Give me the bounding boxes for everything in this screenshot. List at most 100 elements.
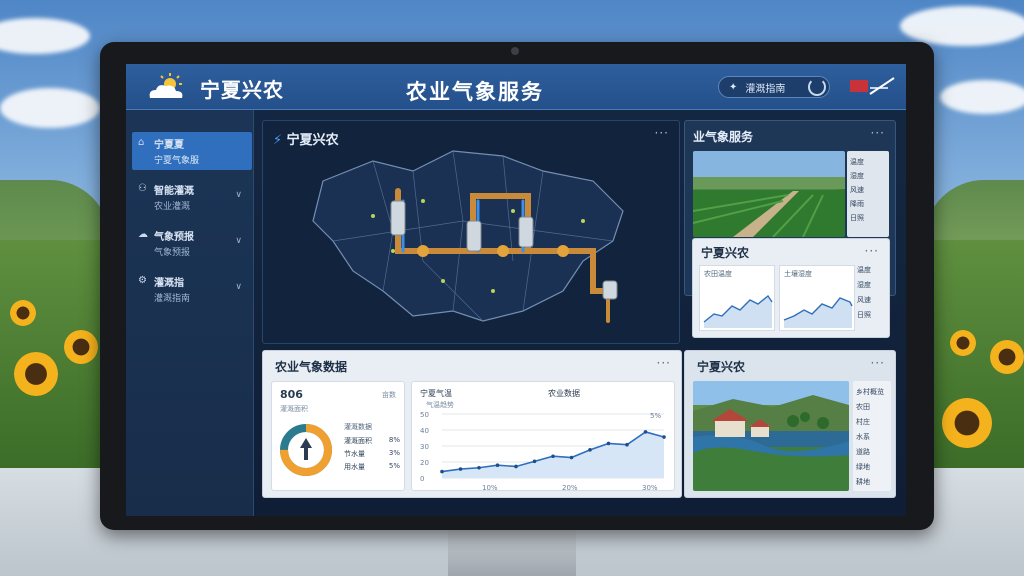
- legend-header: 灌溉数据: [344, 423, 372, 431]
- y-tick-label: 50: [420, 411, 429, 419]
- weather-metric-list: 温度 湿度 风速 降雨 日照: [847, 151, 889, 237]
- weather-logo-icon: [149, 73, 183, 98]
- header-action-label: 灌溉指南: [745, 83, 786, 95]
- list-item[interactable]: 降雨: [850, 197, 886, 211]
- data-point[interactable]: [532, 459, 537, 464]
- chevron-down-icon: ∨: [235, 282, 242, 292]
- more-icon[interactable]: ···: [865, 244, 879, 258]
- x-tick-label: 30%: [642, 484, 658, 492]
- cloud: [0, 88, 100, 128]
- sunflower: [942, 398, 992, 448]
- list-item[interactable]: 乡村概览: [856, 385, 888, 400]
- rural-layer-list: 乡村概览 农田 村庄 水系 道路 绿地 耕地: [853, 381, 891, 491]
- stat-label: 灌溉面积: [280, 405, 308, 413]
- x-tick-label: 20%: [562, 484, 578, 492]
- sidebar-item-sub: 宁夏气象服: [154, 156, 200, 166]
- stat-value: 806: [280, 388, 303, 401]
- mini-chart-header: 土壤湿度: [784, 270, 812, 278]
- region-map[interactable]: [263, 121, 681, 345]
- agri-data-panel: 农业气象数据 ··· 806 灌溉面积 亩数 灌溉数据 灌溉面积 8% 节水量 …: [262, 350, 682, 498]
- field-metric-list: 温度 湿度 风速 日照: [857, 265, 885, 331]
- list-item[interactable]: 风速: [857, 295, 885, 310]
- map-panel: ⚡ 宁夏兴农 ···: [262, 120, 680, 344]
- data-point[interactable]: [514, 464, 518, 469]
- sidebar-item-sub: 气象预报: [154, 248, 191, 258]
- home-icon: ⌂: [138, 137, 145, 148]
- webcam-icon: [511, 47, 519, 55]
- sidebar-item-guide[interactable]: ⚙ 灌溉指 灌溉指南 ∨: [132, 270, 252, 308]
- legend-value: 5%: [388, 462, 400, 470]
- sidebar-item-forecast[interactable]: ☁ 气象预报 气象预报 ∨: [132, 224, 252, 262]
- monitor-stand: [448, 526, 576, 576]
- legend-row[interactable]: 节水量 3%: [344, 449, 400, 462]
- flag-logo-icon[interactable]: [848, 74, 896, 100]
- refresh-icon[interactable]: [808, 78, 826, 96]
- sidebar-item-sub: 灌溉指南: [154, 294, 191, 304]
- legend-value: 8%: [388, 436, 400, 444]
- chevron-down-icon: ∨: [235, 236, 242, 246]
- list-item[interactable]: 温度: [850, 155, 886, 169]
- rural-panel: 宁夏兴农 ··· 乡村概览 农田 村庄 水系 道路 绿地 耕地: [684, 350, 896, 498]
- list-item[interactable]: 日照: [850, 211, 886, 225]
- data-point[interactable]: [588, 448, 592, 452]
- data-point[interactable]: [569, 455, 574, 460]
- mini-chart-soil: 土壤湿度: [779, 265, 855, 331]
- sidebar-item-home[interactable]: ⌂ 宁夏夏 宁夏气象服: [132, 132, 252, 170]
- mini-chart-temperature: 农田温度: [699, 265, 775, 331]
- network-icon: ⚇: [138, 183, 147, 194]
- sunflower: [64, 330, 98, 364]
- more-icon[interactable]: ···: [657, 356, 671, 370]
- list-item[interactable]: 农田: [856, 400, 888, 415]
- list-item[interactable]: 日照: [857, 310, 885, 325]
- agri-panel-title: 农业气象数据: [275, 360, 348, 374]
- plus-icon: ✦: [729, 81, 738, 93]
- list-item[interactable]: 耕地: [856, 475, 888, 490]
- list-item[interactable]: 湿度: [850, 169, 886, 183]
- chevron-down-icon: ∨: [235, 190, 242, 200]
- legend-row[interactable]: 灌溉面积 8%: [344, 436, 400, 449]
- monitor: 宁夏兴农 农业气象服务 ✦ 灌溉指南 ⌂ 宁夏夏 宁夏气象服 ⚇ 智能灌溉 农业…: [100, 42, 934, 530]
- sunflower: [990, 340, 1024, 374]
- weather-icon: ☁: [138, 229, 148, 240]
- data-point[interactable]: [625, 442, 629, 447]
- y-tick-label: 40: [420, 427, 429, 435]
- sunflower: [10, 300, 36, 326]
- list-item[interactable]: 风速: [850, 183, 886, 197]
- legend-label: 用水量: [344, 463, 365, 471]
- list-item[interactable]: 村庄: [856, 415, 888, 430]
- sidebar-item-sub: 农业灌溉: [154, 202, 191, 212]
- data-point[interactable]: [662, 435, 666, 439]
- y-tick-label: 0: [420, 475, 424, 483]
- mini-chart-header: 农田温度: [704, 270, 732, 278]
- list-item[interactable]: 湿度: [857, 280, 885, 295]
- chart-header: 宁夏气温: [420, 389, 452, 398]
- list-item[interactable]: 道路: [856, 445, 888, 460]
- list-item[interactable]: 温度: [857, 265, 885, 280]
- list-item[interactable]: 绿地: [856, 460, 888, 475]
- chart-header: 农业数据: [548, 389, 580, 398]
- irrigation-stat-card: 806 灌溉面积 亩数 灌溉数据 灌溉面积 8% 节水量 3% 用水量 5%: [271, 381, 405, 491]
- legend-label: 灌溉面积: [344, 437, 372, 445]
- data-point[interactable]: [440, 469, 444, 474]
- sidebar-item-irrigation[interactable]: ⚇ 智能灌溉 农业灌溉 ∨: [132, 178, 252, 216]
- data-point[interactable]: [458, 467, 463, 471]
- sidebar-item-label: 宁夏夏: [154, 140, 184, 151]
- data-point[interactable]: [551, 454, 555, 459]
- brand-name: 宁夏兴农: [200, 78, 284, 102]
- legend-row[interactable]: 用水量 5%: [344, 462, 400, 475]
- more-icon[interactable]: ···: [871, 126, 885, 140]
- legend-label: 节水量: [344, 450, 365, 458]
- data-point[interactable]: [606, 441, 611, 446]
- list-item[interactable]: 水系: [856, 430, 888, 445]
- field-data-panel: 宁夏兴农 ··· 农田温度 土壤湿度 温度 湿度 风速 日照: [692, 238, 890, 338]
- data-point[interactable]: [477, 465, 481, 470]
- more-icon[interactable]: ···: [871, 356, 885, 370]
- field-panel-title: 宁夏兴农: [701, 246, 750, 260]
- data-point[interactable]: [495, 463, 500, 467]
- rural-landscape-image: [693, 381, 849, 491]
- top-bar: 宁夏兴农 农业气象服务 ✦ 灌溉指南: [126, 64, 906, 110]
- data-point[interactable]: [643, 430, 648, 434]
- x-tick-label: 10%: [482, 484, 498, 492]
- irrigation-legend: 灌溉数据 灌溉面积 8% 节水量 3% 用水量 5%: [344, 422, 400, 486]
- trend-line-chart[interactable]: 50 40 30 20 0 10% 20% 30% 5%: [412, 408, 676, 492]
